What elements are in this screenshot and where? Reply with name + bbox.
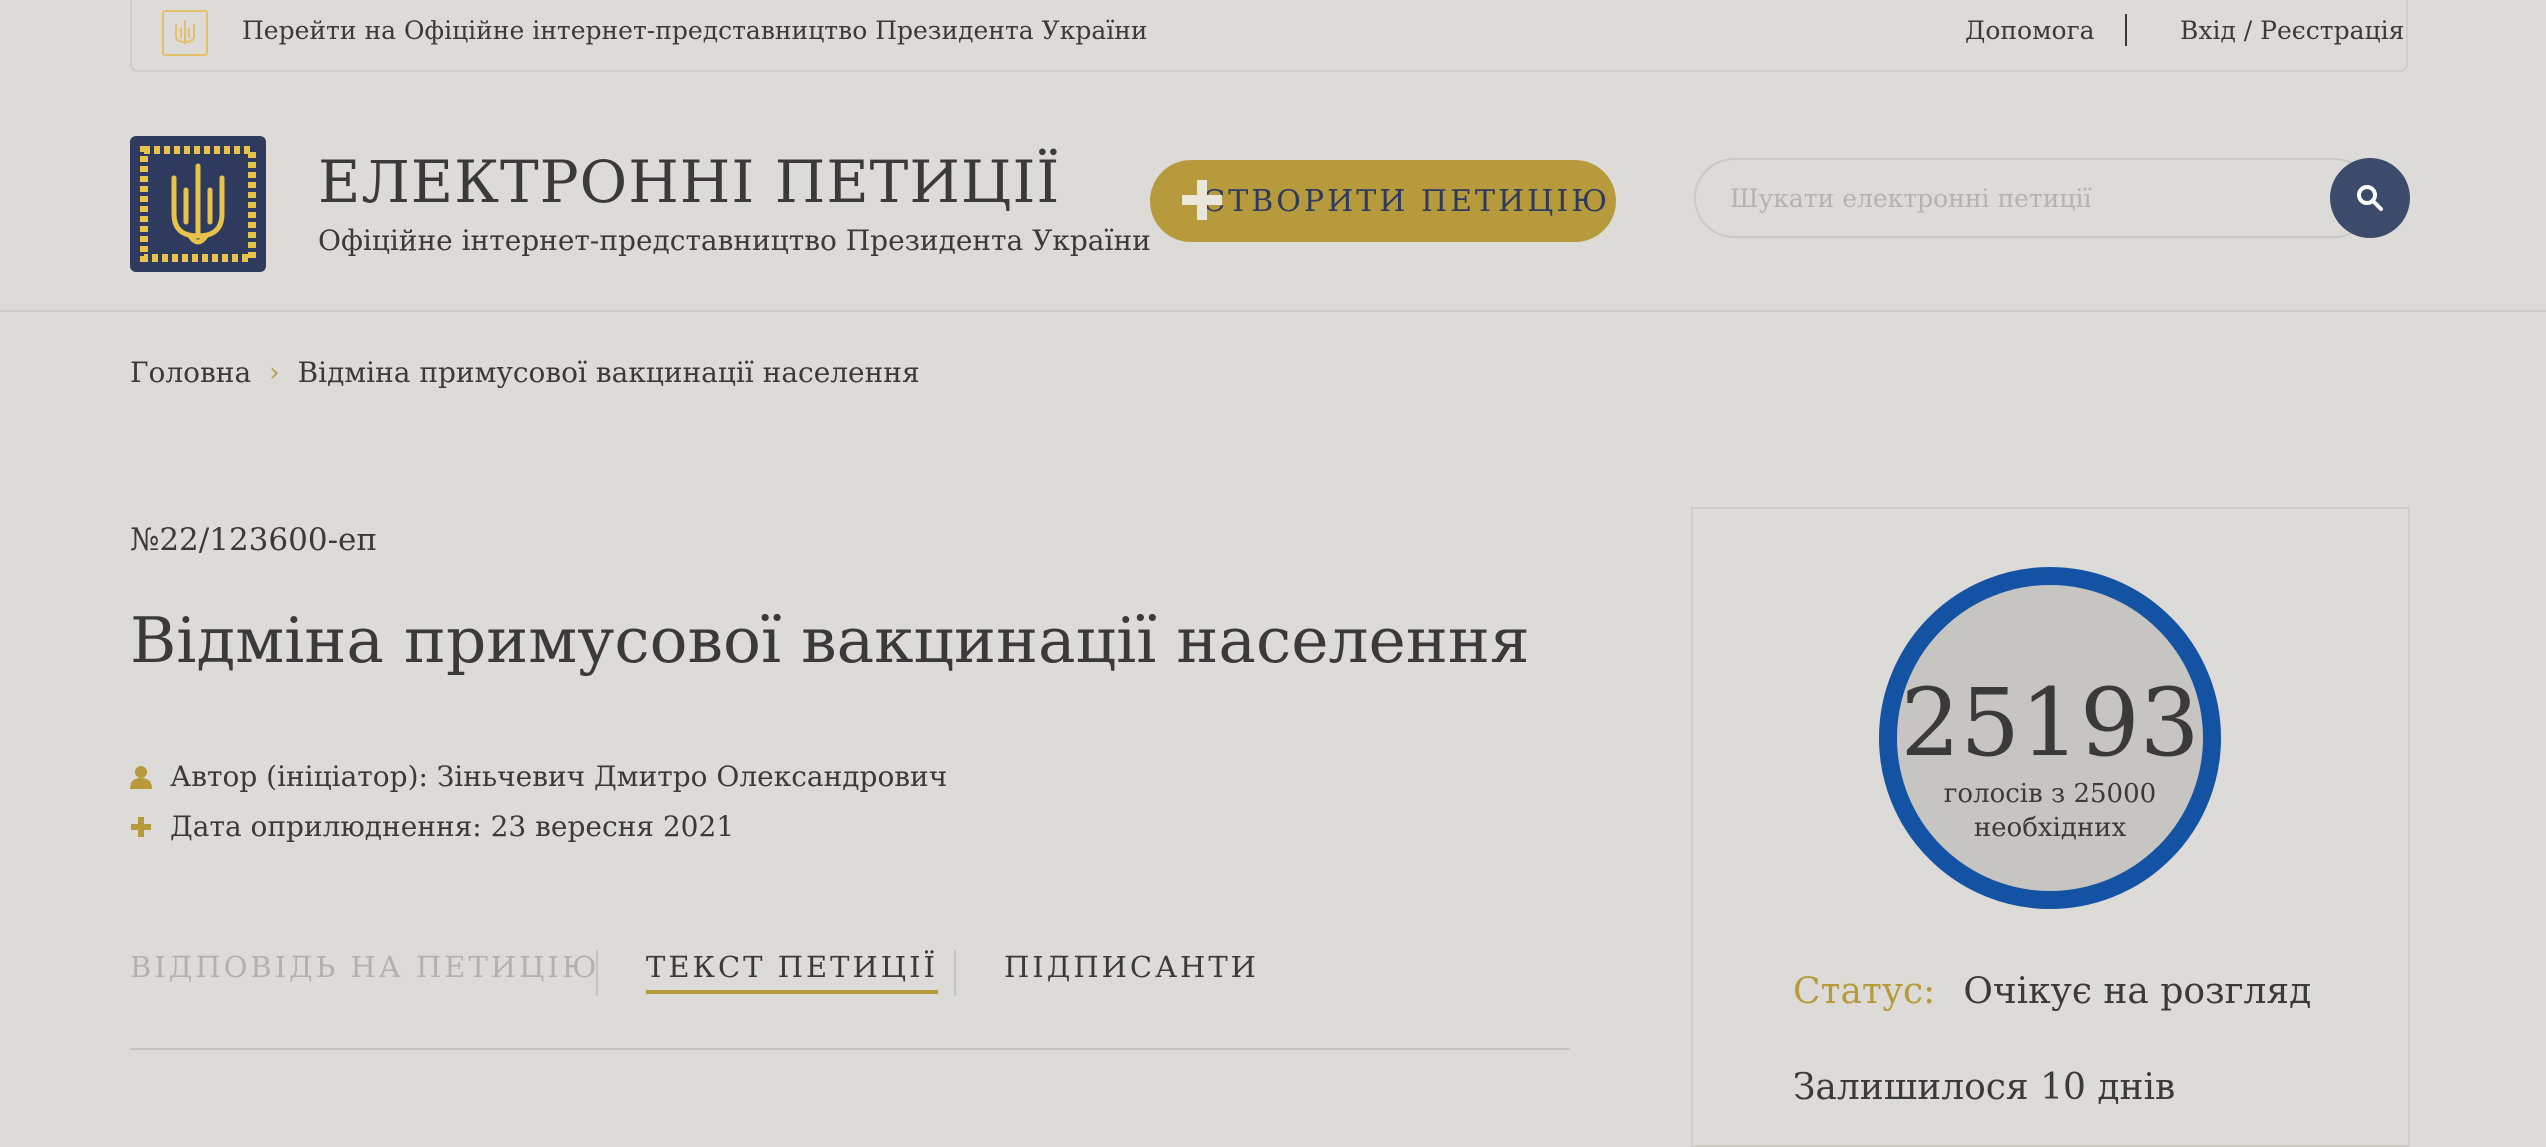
top-bar: Перейти на Офіційне інтернет-представниц…: [130, 0, 2408, 72]
tab-divider: [954, 950, 956, 996]
search-input[interactable]: [1694, 158, 2374, 238]
petition-date: Дата оприлюднення: 23 вересня 2021: [130, 810, 734, 843]
status-row: Статус: Очікує на розгляд: [1793, 971, 2311, 1012]
petition-title: Відміна примусової вакцинації населення: [130, 604, 1530, 677]
site-title: ЕЛЕКТРОННІ ПЕТИЦІЇ: [318, 148, 1061, 216]
search-icon: [2357, 185, 2383, 211]
topbar-divider: [2125, 14, 2127, 46]
status-value: Очікує на розгляд: [1963, 971, 2312, 1012]
site-header: ЕЛЕКТРОННІ ПЕТИЦІЇ Офіційне інтернет-пре…: [0, 72, 2546, 312]
login-register-link[interactable]: Вхід / Реєстрація: [2180, 16, 2404, 45]
petition-author: Автор (ініціатор): Зіньчевич Дмитро Олек…: [130, 760, 947, 793]
status-label: Статус:: [1793, 971, 1936, 1012]
plus-icon: [1182, 179, 1224, 223]
votes-progress-circle: 25193 голосів з 25000 необхідних: [1879, 567, 2221, 909]
remaining-days: Залишилося 10 днів: [1793, 1067, 2176, 1108]
search-button[interactable]: [2330, 158, 2410, 238]
chevron-right-icon: ›: [269, 357, 280, 388]
president-site-link[interactable]: Перейти на Офіційне інтернет-представниц…: [242, 16, 1148, 45]
trident-icon[interactable]: [162, 10, 208, 56]
user-icon: [130, 764, 152, 790]
author-text: Автор (ініціатор): Зіньчевич Дмитро Олек…: [170, 760, 948, 793]
breadcrumb-home[interactable]: Головна: [130, 356, 251, 389]
tab-petition-text[interactable]: ТЕКСТ ПЕТИЦІЇ: [646, 950, 938, 994]
create-petition-label: СТВОРИТИ ПЕТИЦІЮ: [1202, 183, 1610, 219]
votes-label: голосів з 25000 необхідних: [1943, 779, 2157, 843]
tab-divider: [596, 950, 598, 996]
tab-response[interactable]: ВІДПОВІДЬ НА ПЕТИЦІЮ: [130, 950, 599, 984]
search-box: [1694, 158, 2410, 240]
breadcrumb: Головна › Відміна примусової вакцинації …: [130, 356, 920, 389]
date-text: Дата оприлюднення: 23 вересня 2021: [170, 810, 735, 843]
tab-signatories[interactable]: ПІДПИСАНТИ: [1004, 950, 1259, 984]
coat-of-arms-icon: [140, 146, 256, 262]
help-link[interactable]: Допомога: [1965, 16, 2095, 45]
site-subtitle: Офіційне інтернет-представництво Президе…: [318, 224, 1151, 257]
votes-count: 25193: [1900, 669, 2200, 778]
petition-number: №22/123600-еп: [130, 522, 378, 558]
petition-tabs: ВІДПОВІДЬ НА ПЕТИЦІЮ ТЕКСТ ПЕТИЦІЇ ПІДПИ…: [130, 950, 1570, 1050]
breadcrumb-current: Відміна примусової вакцинації населення: [297, 356, 920, 389]
site-logo[interactable]: [130, 136, 266, 272]
votes-panel: 25193 голосів з 25000 необхідних Статус:…: [1691, 507, 2410, 1147]
plus-small-icon: [130, 814, 152, 840]
create-petition-button[interactable]: СТВОРИТИ ПЕТИЦІЮ: [1150, 160, 1616, 242]
